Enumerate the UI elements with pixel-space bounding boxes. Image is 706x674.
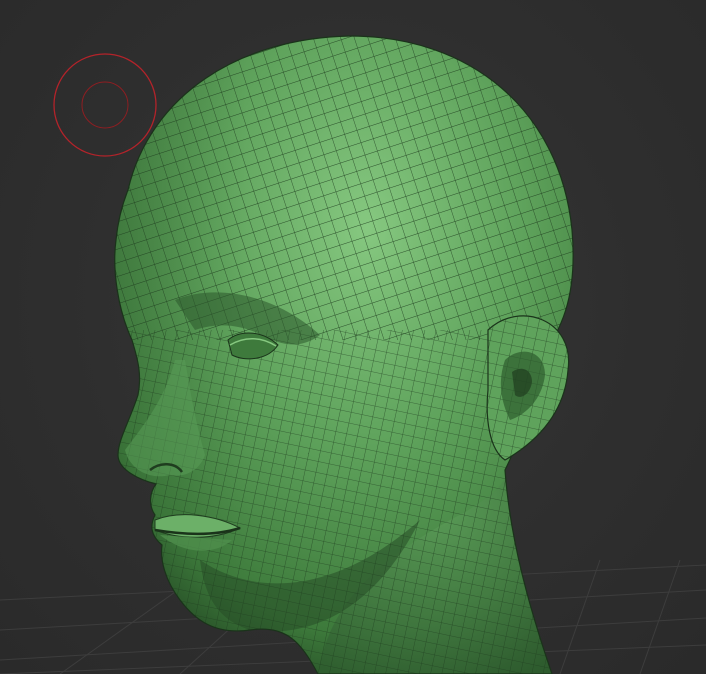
head-mesh[interactable] [0, 0, 706, 674]
brush-cursor[interactable] [53, 53, 157, 157]
3d-viewport[interactable] [0, 0, 706, 674]
viewport-canvas[interactable] [0, 0, 706, 674]
ear [486, 315, 570, 461]
